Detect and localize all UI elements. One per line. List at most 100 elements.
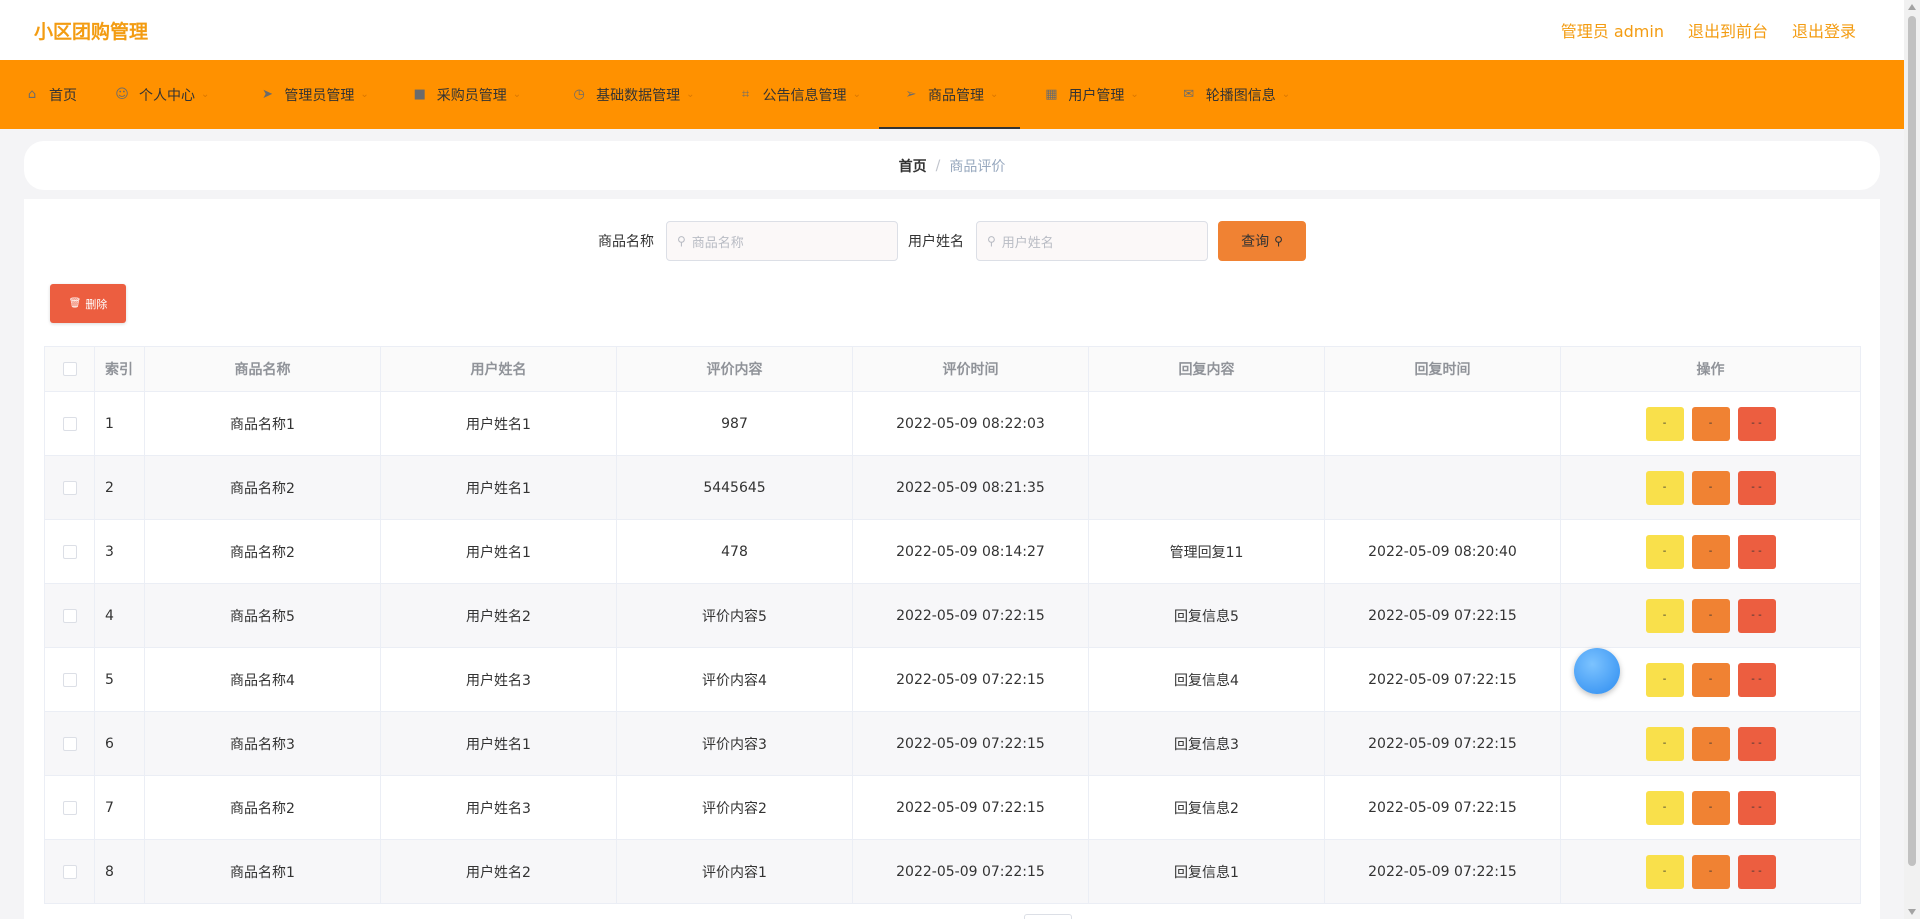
header-time: 评价时间 [853,347,1089,391]
product-name-input[interactable]: ⚲ 商品名称 [666,221,898,261]
nav-item-3[interactable]: ■ 采购员管理 ⌄ [412,60,522,129]
table-row[interactable]: 8 商品名称1 用户姓名2 评价内容1 2022-05-09 07:22:15 回复信息1… [45,840,1860,904]
view-button[interactable]: - [1645,854,1684,889]
row-select-cell [45,520,95,583]
table-row[interactable]: 3 商品名称2 用户姓名1 478 2022-05-09 08:14:27 管理回复11 2… [45,520,1860,584]
nav-item-label: 公告信息管理 [762,87,847,104]
delete-row-button[interactable]: - - [1737,854,1776,889]
row-checkbox[interactable] [62,736,77,751]
row-select-cell [45,776,95,839]
query-button[interactable]: 查询 ⚲ [1218,221,1306,261]
delete-row-button[interactable]: - - [1737,534,1776,569]
cell-content: 478 [617,520,853,583]
user-icon: ☺ [115,87,129,102]
send-icon: ➤ [261,87,273,102]
cell-index: 1 [95,392,145,455]
cell-index: 7 [95,776,145,839]
delete-row-button[interactable]: - - [1737,470,1776,505]
search-icon: ⚲ [1274,234,1283,248]
view-button[interactable]: - [1645,534,1684,569]
reviews-table: 索引 商品名称 用户姓名 评价内容 评价时间 回复内容 回复时间 操作 1 商品名… [44,346,1861,904]
edit-button[interactable]: - [1691,854,1730,889]
nav-item-label: 用户管理 [1068,87,1125,104]
main-nav: ⌂ 首页 ☺ 个人中心 ⌄ ➤ 管理员管理 ⌄ ■ 采购员管理 ⌄ ◷ 基础数据管理 ⌄ ⌗ 公告信息管理 ⌄ ➢… [0,60,1904,129]
cell-time: 2022-05-09 07:22:15 [853,776,1089,839]
delete-row-button[interactable]: - - [1737,598,1776,633]
scroll-down-arrow[interactable] [1908,909,1916,915]
admin-label[interactable]: 管理员 admin [1561,18,1664,42]
cell-reply: 回复信息4 [1089,648,1325,711]
edit-button[interactable]: - [1691,726,1730,761]
pagination[interactable] [1024,914,1072,919]
row-checkbox[interactable] [62,800,77,815]
view-button[interactable]: - [1645,790,1684,825]
row-checkbox[interactable] [62,672,77,687]
nav-item-7[interactable]: ▦ 用户管理 ⌄ [1043,60,1139,129]
nav-item-5[interactable]: ⌗ 公告信息管理 ⌄ [738,60,861,129]
page-scrollbar[interactable] [1904,0,1920,919]
edit-button[interactable]: - [1691,790,1730,825]
edit-button[interactable]: - [1691,662,1730,697]
nav-item-4[interactable]: ◷ 基础数据管理 ⌄ [571,60,695,129]
row-checkbox[interactable] [62,608,77,623]
row-actions: --- - [1645,470,1776,505]
nav-item-2[interactable]: ➤ 管理员管理 ⌄ [259,60,369,129]
table-row[interactable]: 2 商品名称2 用户姓名1 5445645 2022-05-09 08:21:35- - -… [45,456,1860,520]
nav-item-6[interactable]: ➢ 商品管理 ⌄ [878,60,1021,129]
view-button[interactable]: - [1645,598,1684,633]
scroll-thumb[interactable] [1908,16,1916,866]
floating-assistant-button[interactable] [1574,648,1620,694]
cell-reply-time [1325,392,1561,455]
nav-item-1[interactable]: ☺ 个人中心 ⌄ [114,60,209,129]
view-button[interactable]: - [1645,726,1684,761]
trash-icon: 🗑 [68,298,82,309]
delete-row-button[interactable]: - - [1737,406,1776,441]
delete-row-button[interactable]: - - [1737,726,1776,761]
edit-button[interactable]: - [1691,470,1730,505]
logout-link[interactable]: 退出登录 [1792,18,1856,42]
table-row[interactable]: 7 商品名称2 用户姓名3 评价内容2 2022-05-09 07:22:15 回复信息2… [45,776,1860,840]
row-checkbox[interactable] [62,544,77,559]
breadcrumb-current: 商品评价 [949,158,1006,175]
cell-content: 评价内容2 [617,776,853,839]
delete-button[interactable]: 🗑 删除 [50,284,126,323]
table-row[interactable]: 1 商品名称1 用户姓名1 987 2022-05-09 08:22:03- - - - [45,392,1860,456]
row-select-cell [45,648,95,711]
select-all-checkbox[interactable] [62,362,77,376]
view-button[interactable]: - [1645,406,1684,441]
row-checkbox[interactable] [62,864,77,879]
row-actions: --- - [1645,662,1776,697]
search-icon: ⚲ [677,234,686,248]
cell-time: 2022-05-09 07:22:15 [853,840,1089,903]
view-button[interactable]: - [1645,470,1684,505]
delete-row-button[interactable]: - - [1737,790,1776,825]
monitor-icon: ■ [413,87,426,102]
row-select-cell [45,456,95,519]
row-checkbox[interactable] [62,416,77,431]
row-select-cell [45,392,95,455]
cell-user: 用户姓名1 [381,520,617,583]
exit-to-front-link[interactable]: 退出到前台 [1688,18,1768,42]
chevron-down-icon: ⌄ [1281,89,1291,100]
edit-button[interactable]: - [1691,598,1730,633]
nav-item-0[interactable]: ⌂ 首页 [24,60,77,129]
view-button[interactable]: - [1645,662,1684,697]
user-name-input[interactable]: ⚲ 用户姓名 [976,221,1208,261]
table-row[interactable]: 4 商品名称5 用户姓名2 评价内容5 2022-05-09 07:22:15 回复信息5… [45,584,1860,648]
row-checkbox[interactable] [62,480,77,495]
nav-item-label: 采购员管理 [436,87,507,104]
calendar-icon: ▦ [1045,87,1058,102]
cell-index: 2 [95,456,145,519]
table-row[interactable]: 6 商品名称3 用户姓名1 评价内容3 2022-05-09 07:22:15 回复信息3… [45,712,1860,776]
nav-item-8[interactable]: ✉ 轮播图信息 ⌄ [1181,60,1290,129]
breadcrumb-home[interactable]: 首页 [899,156,927,176]
scroll-up-arrow[interactable] [1908,4,1916,10]
edit-button[interactable]: - [1691,534,1730,569]
delete-row-button[interactable]: - - [1737,662,1776,697]
home-icon: ⌂ [27,87,37,102]
location-icon: ➢ [905,87,917,102]
cell-reply-time [1325,456,1561,519]
edit-button[interactable]: - [1691,406,1730,441]
chevron-down-icon: ⌄ [989,89,999,100]
row-select-cell [45,712,95,775]
